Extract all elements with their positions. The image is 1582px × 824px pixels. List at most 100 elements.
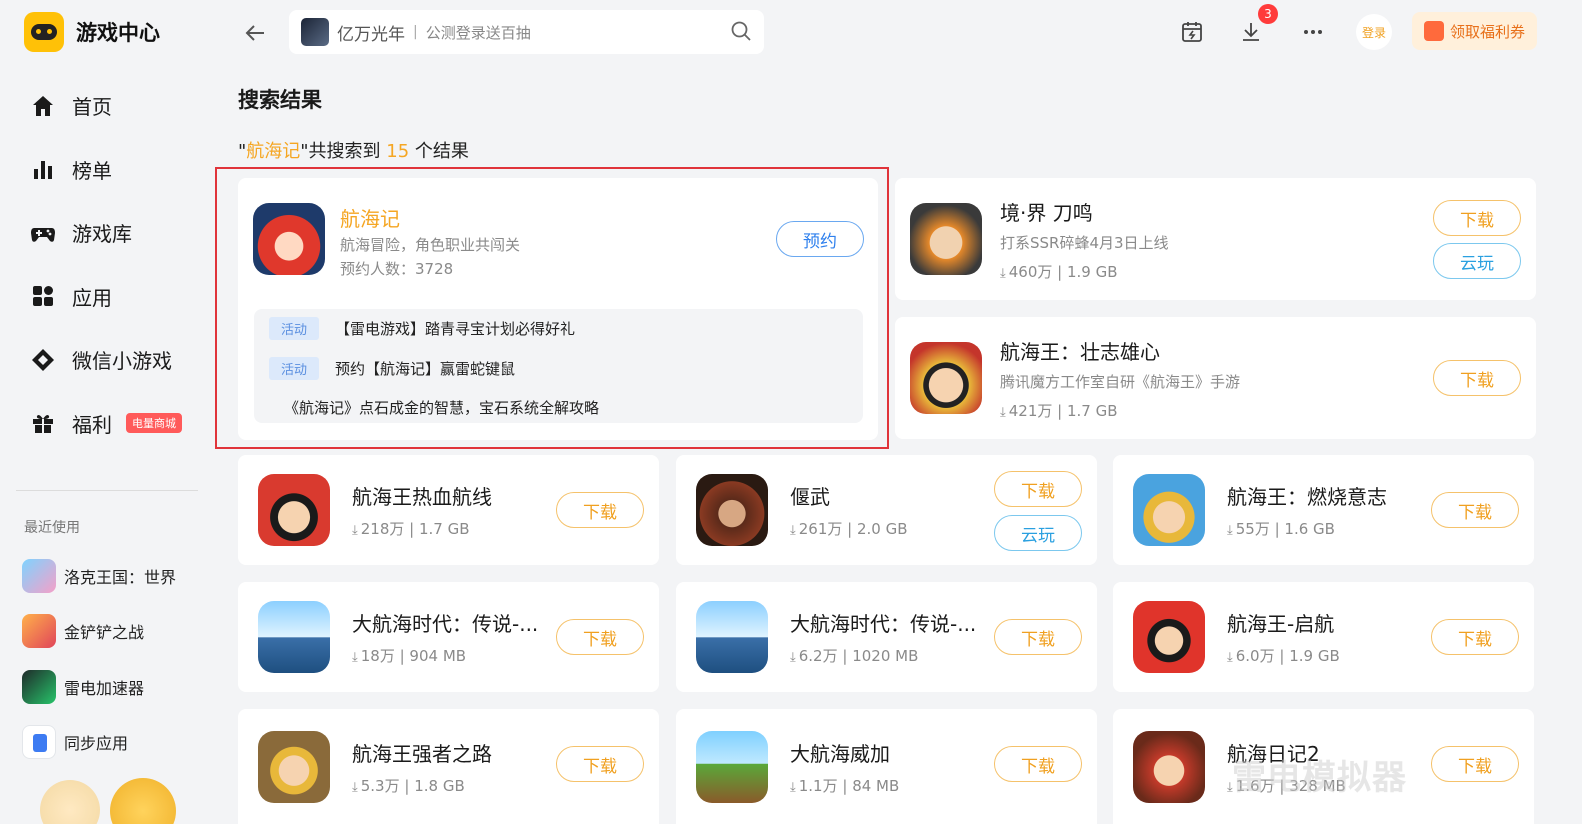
recent-item-label: 洛克王国：世界 bbox=[64, 567, 177, 587]
search-input[interactable]: 公测登录送百抽 bbox=[426, 22, 531, 43]
featured-news-list: 活动 【雷电游戏】踏青寻宝计划必得好礼 活动 预约【航海记】赢雷蛇键鼠 《航海记… bbox=[254, 309, 863, 423]
search-keyword: 亿万光年 bbox=[337, 24, 405, 45]
download-button[interactable]: 下载 bbox=[1433, 360, 1521, 396]
result-count: 15 bbox=[386, 141, 410, 162]
recent-item[interactable]: 洛克王国：世界 bbox=[22, 548, 176, 604]
app-icon bbox=[258, 730, 330, 803]
diamond-icon bbox=[30, 347, 56, 373]
download-button[interactable]: 下载 bbox=[1433, 200, 1521, 236]
more-icon[interactable] bbox=[1293, 12, 1333, 52]
search-bar[interactable]: 亿万光年 | 公测登录送百抽 bbox=[289, 10, 764, 54]
app-stats: 261万 | 2.0 GB bbox=[798, 520, 908, 538]
download-button[interactable]: 下载 bbox=[556, 619, 644, 655]
app-icon bbox=[1133, 474, 1205, 546]
download-button[interactable]: 下载 bbox=[994, 619, 1082, 655]
download-small-icon: ⤓ bbox=[352, 779, 358, 795]
activity-tag: 活动 bbox=[269, 357, 320, 380]
download-small-icon: ⤓ bbox=[1227, 779, 1233, 795]
recent-title: 最近使用 bbox=[24, 520, 80, 536]
download-button[interactable]: 下载 bbox=[1431, 619, 1519, 655]
cloud-play-button[interactable]: 云玩 bbox=[1433, 243, 1521, 279]
news-text: 【雷电游戏】踏青寻宝计划必得好礼 bbox=[335, 320, 576, 338]
mall-badge: 电量商城 bbox=[126, 413, 182, 434]
recent-item-label: 金铲铲之战 bbox=[64, 623, 145, 643]
nav-label-apps: 应用 bbox=[72, 285, 112, 310]
news-item[interactable]: 《航海记》点石成金的智慧，宝石系统全解攻略 bbox=[284, 397, 599, 418]
cloud-play-button[interactable]: 云玩 bbox=[994, 515, 1082, 551]
app-stats: 6.2万 | 1020 MB bbox=[798, 647, 919, 665]
recent-item[interactable]: 金铲铲之战 bbox=[22, 604, 176, 660]
app-icon bbox=[696, 601, 768, 673]
nav-item-game-library[interactable]: 游戏库 bbox=[0, 201, 215, 265]
nav-label-ranking: 榜单 bbox=[72, 158, 112, 183]
page-title: 搜索结果 bbox=[238, 88, 322, 112]
arrow-left-icon bbox=[245, 25, 264, 41]
app-stats: 218万 | 1.7 GB bbox=[360, 520, 470, 538]
activity-tag: 活动 bbox=[269, 317, 320, 340]
app-icon bbox=[696, 474, 768, 546]
home-icon bbox=[30, 93, 56, 119]
news-item[interactable]: 活动 【雷电游戏】踏青寻宝计划必得好礼 bbox=[269, 317, 575, 340]
apps-icon bbox=[30, 283, 56, 309]
app-icon bbox=[1133, 601, 1205, 673]
gift-icon bbox=[1423, 21, 1444, 41]
sync-app-icon bbox=[22, 725, 56, 760]
result-suffix: 个结果 bbox=[409, 141, 469, 162]
search-icon[interactable] bbox=[730, 20, 754, 44]
back-button[interactable] bbox=[240, 18, 270, 48]
app-title: 游戏中心 bbox=[76, 21, 160, 45]
download-button[interactable]: 下载 bbox=[1431, 492, 1519, 528]
download-small-icon: ⤓ bbox=[1227, 650, 1233, 665]
app-icon bbox=[22, 669, 56, 704]
download-small-icon: ⤓ bbox=[1227, 523, 1233, 538]
claim-coupon-button[interactable]: 领取福利券 bbox=[1412, 12, 1537, 50]
decorative-illustration bbox=[40, 772, 180, 824]
sidebar: 游戏中心 首页 榜单 游戏库 应用 微信小游戏 福利 电量商城 最近使用 洛克王… bbox=[0, 0, 215, 824]
news-item[interactable]: 活动 预约【航海记】赢雷蛇键鼠 bbox=[269, 357, 515, 380]
main-nav: 首页 榜单 游戏库 应用 微信小游戏 福利 电量商城 bbox=[0, 74, 215, 455]
download-button[interactable]: 下载 bbox=[556, 746, 644, 782]
app-icon bbox=[22, 614, 56, 649]
nav-label-wechat-games: 微信小游戏 bbox=[72, 349, 172, 374]
nav-label-game-library: 游戏库 bbox=[72, 222, 132, 247]
calendar-icon[interactable] bbox=[1172, 12, 1212, 52]
search-separator: | bbox=[413, 24, 418, 40]
login-button[interactable]: 登录 bbox=[1356, 14, 1392, 50]
app-logo[interactable]: 游戏中心 bbox=[24, 12, 160, 52]
download-count-badge: 3 bbox=[1258, 4, 1278, 24]
recent-item-label: 同步应用 bbox=[64, 734, 129, 754]
app-stats: 460万 | 1.9 GB bbox=[1008, 262, 1118, 281]
search-game-thumbnail bbox=[301, 18, 329, 46]
recent-list: 洛克王国：世界 金铲铲之战 雷电加速器 同步应用 bbox=[22, 548, 176, 770]
nav-item-wechat-games[interactable]: 微信小游戏 bbox=[0, 328, 215, 392]
app-icon bbox=[696, 730, 768, 803]
sidebar-divider bbox=[16, 490, 198, 491]
nav-label-home: 首页 bbox=[72, 95, 112, 120]
result-card[interactable]: 境·界 刀鸣 打系SSR碎蜂4月3日上线 ⤓ 460万 | 1.9 GB bbox=[895, 178, 1536, 300]
gamepad-icon bbox=[30, 220, 56, 246]
nav-item-home[interactable]: 首页 bbox=[0, 74, 215, 138]
app-stats: 1.1万 | 84 MB bbox=[798, 776, 900, 795]
recent-item[interactable]: 同步应用 bbox=[22, 715, 176, 771]
download-button[interactable]: 下载 bbox=[1431, 746, 1519, 782]
featured-reserve-count: 预约人数：3728 bbox=[340, 260, 454, 278]
nav-item-ranking[interactable]: 榜单 bbox=[0, 138, 215, 202]
nav-item-welfare[interactable]: 福利 电量商城 bbox=[0, 392, 215, 456]
download-small-icon: ⤓ bbox=[790, 650, 796, 665]
nav-item-apps[interactable]: 应用 bbox=[0, 265, 215, 329]
download-button[interactable]: 下载 bbox=[994, 471, 1082, 507]
gift-icon bbox=[30, 410, 56, 436]
featured-app-name[interactable]: 航海记 bbox=[340, 203, 400, 232]
app-stats: 55万 | 1.6 GB bbox=[1235, 520, 1335, 538]
download-button[interactable]: 下载 bbox=[994, 746, 1082, 782]
download-button[interactable]: 下载 bbox=[556, 492, 644, 528]
app-stats: 5.3万 | 1.8 GB bbox=[360, 776, 465, 795]
reserve-button[interactable]: 预约 bbox=[776, 221, 864, 257]
download-small-icon: ⤓ bbox=[352, 523, 358, 538]
download-small-icon: ⤓ bbox=[1000, 404, 1006, 420]
app-icon bbox=[258, 601, 330, 673]
chart-icon bbox=[30, 156, 56, 182]
result-summary: "航海记"共搜索到 15 个结果 bbox=[238, 137, 469, 163]
recent-item[interactable]: 雷电加速器 bbox=[22, 659, 176, 715]
app-icon bbox=[22, 558, 56, 593]
